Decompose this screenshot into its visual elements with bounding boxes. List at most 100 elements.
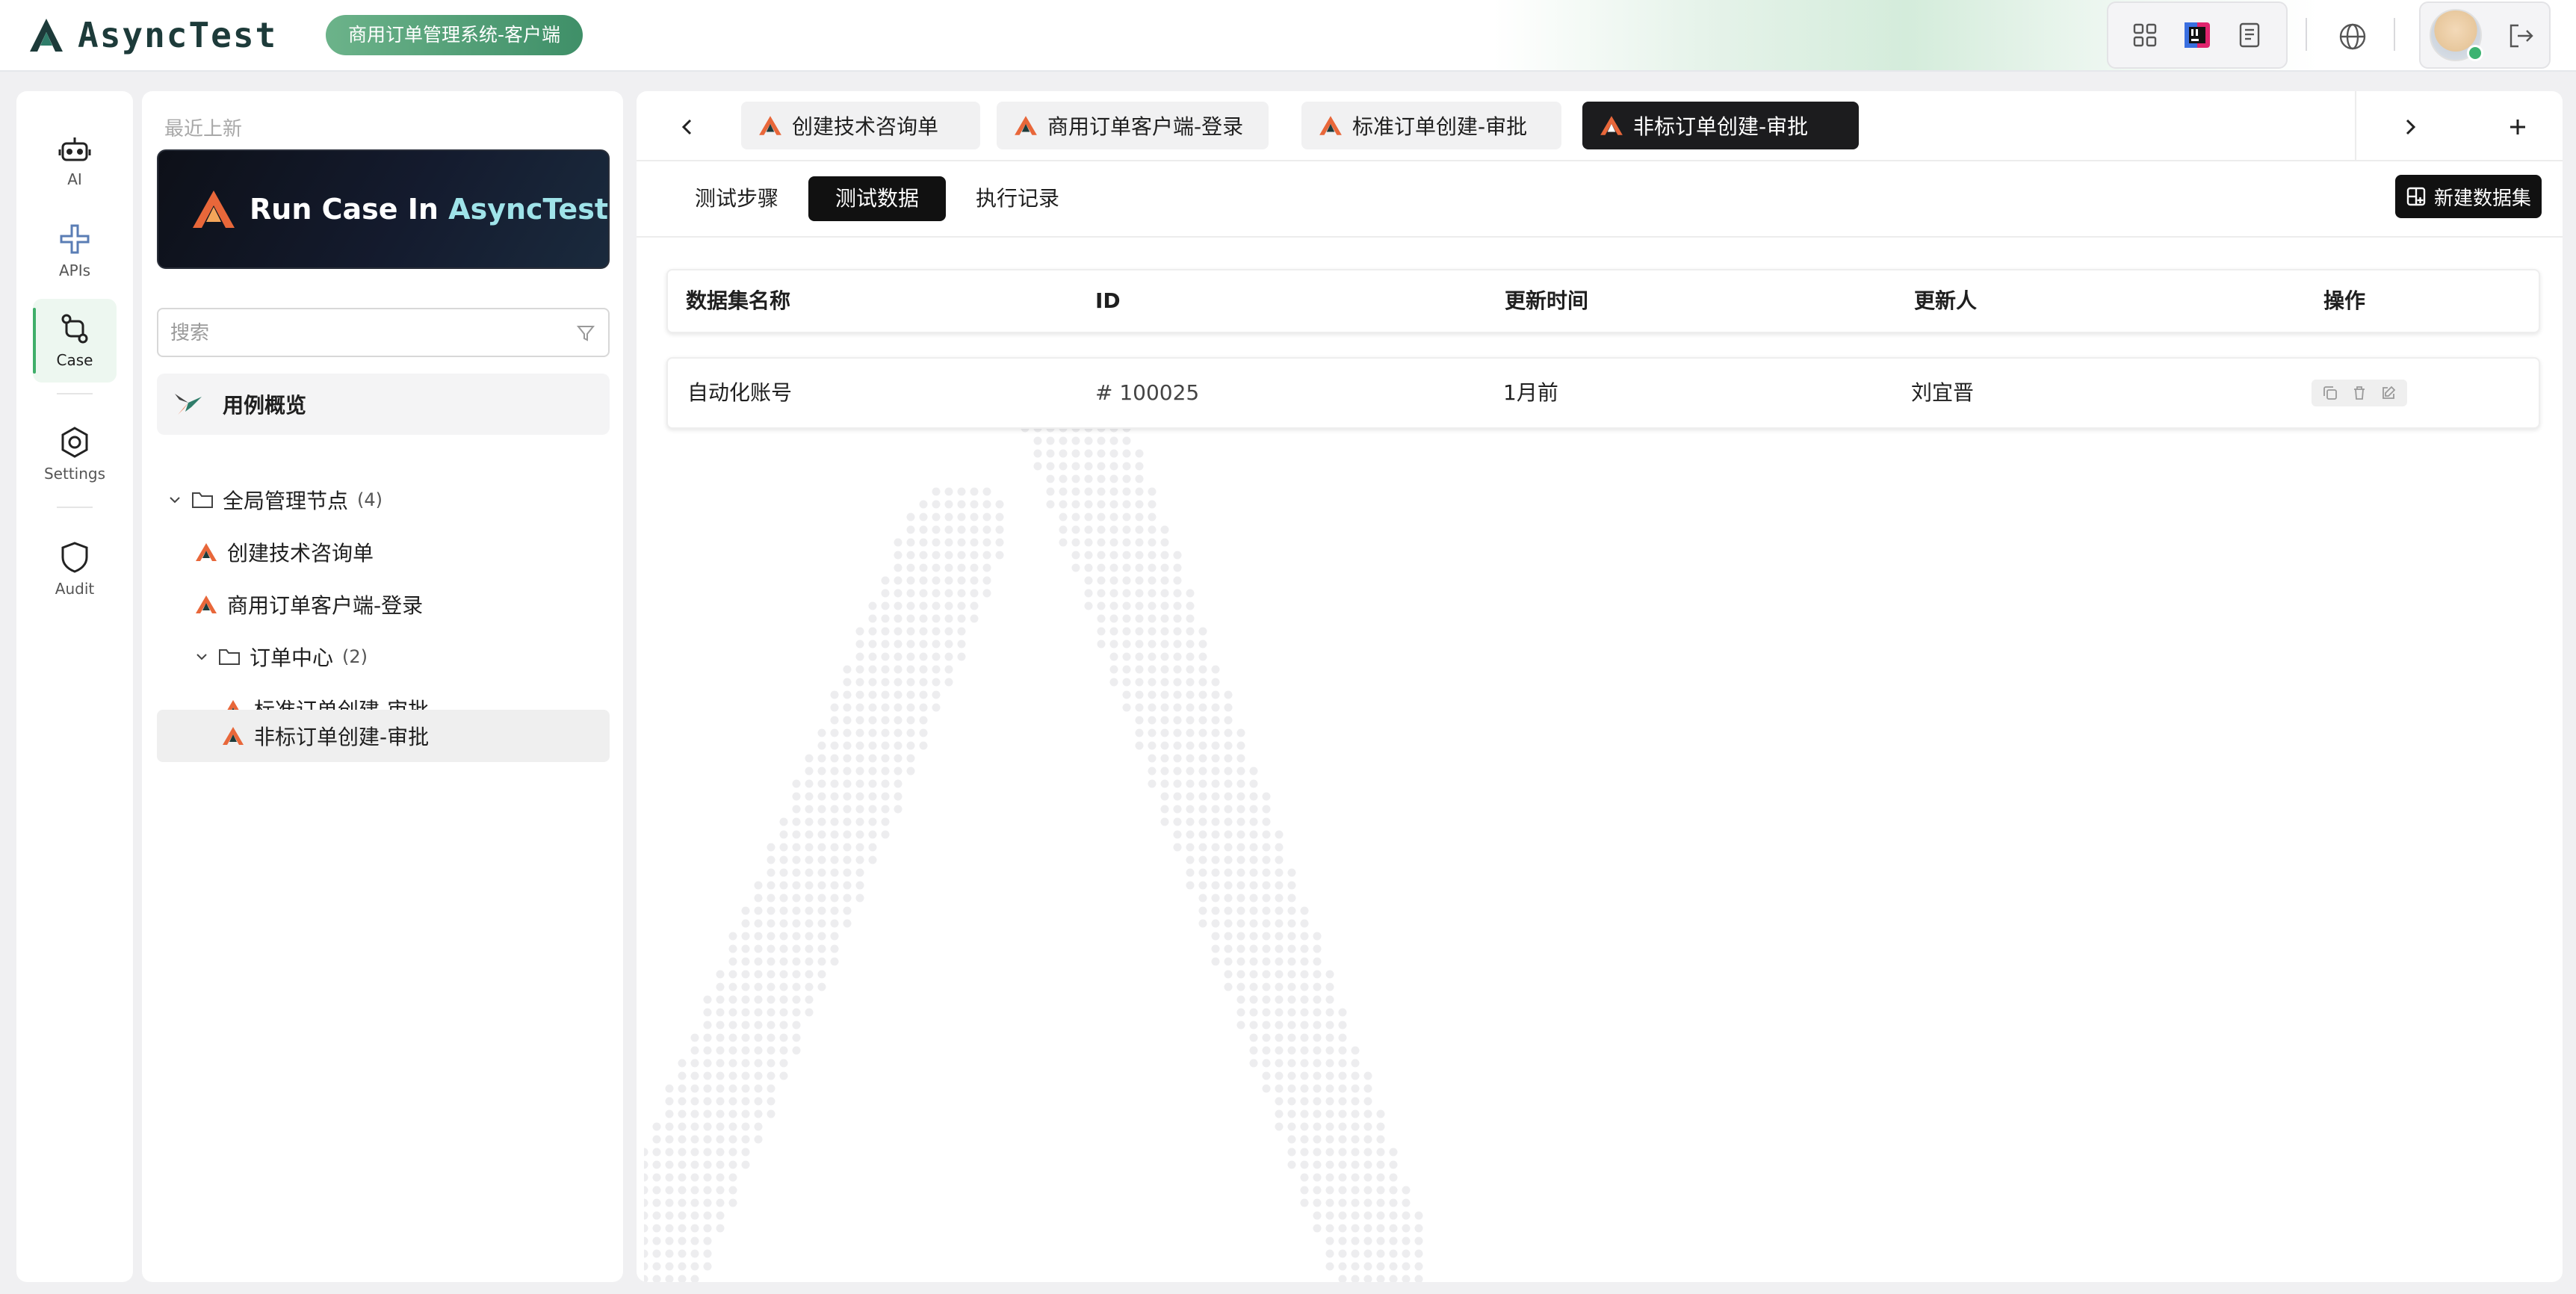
row-actions	[2312, 380, 2407, 406]
rail-label: Settings	[43, 465, 106, 483]
project-selector[interactable]: 商用订单管理系统-客户端	[326, 15, 583, 55]
case-overview[interactable]: 用例概览	[157, 374, 610, 435]
banner-accent: AsyncTest	[448, 193, 608, 226]
rail-separator	[57, 393, 93, 394]
updater: 刘宜晋	[1911, 380, 1975, 405]
tab-case[interactable]: 创建技术咨询单	[741, 102, 980, 149]
rail-item-audit[interactable]: Audit	[33, 527, 117, 611]
tree-label: 全局管理节点	[223, 489, 349, 513]
case-flow-icon	[61, 314, 88, 344]
copy-icon[interactable]	[2319, 382, 2341, 404]
globe-icon[interactable]	[2334, 18, 2371, 55]
dataset-name: 自动化账号	[687, 380, 793, 405]
tree-folder-global[interactable]: 全局管理节点 (4)	[167, 475, 383, 524]
header-divider	[2306, 18, 2307, 51]
subtab-test-steps[interactable]: 测试步骤	[668, 176, 805, 221]
rail-item-settings[interactable]: Settings	[33, 412, 117, 496]
search-input[interactable]	[170, 317, 559, 350]
subtab-exec-records[interactable]: 执行记录	[949, 176, 1086, 221]
new-dataset-button[interactable]: 新建数据集	[2395, 175, 2542, 218]
api-icon	[60, 224, 90, 254]
user-group	[2419, 1, 2551, 69]
filter-icon[interactable]	[574, 321, 598, 345]
tab-label: 标准订单创建-审批	[1352, 114, 1528, 139]
case-tabbar: 创建技术咨询单 商用订单客户端-登录 标准订单创建-审批 非标订单创建-审批	[637, 91, 2563, 161]
add-tab-icon[interactable]	[2500, 109, 2536, 145]
banner-prefix: Run Case In	[250, 193, 449, 226]
detail-subtabs: 测试步骤 测试数据 执行记录 新建数据集	[637, 163, 2563, 238]
recent-label: 最近上新	[164, 118, 243, 140]
tab-case-active[interactable]: 非标订单创建-审批	[1582, 102, 1859, 149]
intellij-icon[interactable]	[2181, 19, 2214, 52]
rail-label: APIs	[58, 261, 91, 279]
case-logo-icon	[1015, 116, 1037, 135]
chevron-left-icon[interactable]	[669, 109, 705, 145]
tab-case[interactable]: 商用订单客户端-登录	[997, 102, 1269, 149]
tree-case-item[interactable]: 创建技术咨询单	[194, 527, 374, 577]
tree-count: (2)	[342, 646, 368, 667]
tab-label: 非标订单创建-审批	[1633, 114, 1809, 139]
hummingbird-icon	[175, 394, 202, 415]
tree-folder-order-center[interactable]: 订单中心 (2)	[194, 632, 368, 681]
tab-case[interactable]: 标准订单创建-审批	[1301, 102, 1561, 149]
app-name: AsyncTest	[78, 15, 278, 55]
tab-label: 商用订单客户端-登录	[1047, 114, 1244, 139]
tree-label: 商用订单客户端-登录	[227, 593, 424, 618]
app-logo[interactable]: AsyncTest	[27, 15, 277, 55]
gear-icon	[61, 427, 88, 458]
subtab-test-data[interactable]: 测试数据	[808, 176, 947, 221]
rail-label: AI	[67, 170, 82, 188]
case-logo-icon	[196, 543, 217, 561]
new-dataset-label: 新建数据集	[2434, 187, 2532, 210]
case-logo-icon	[759, 116, 781, 135]
tree-label: 非标订单创建-审批	[254, 725, 430, 749]
tree-label: 订单中心	[250, 646, 334, 670]
case-tree-panel: 最近上新 Run Case In AsyncTest 用例概览 全局管理节点 (…	[142, 91, 623, 1282]
column-header: 数据集名称	[686, 288, 791, 313]
delete-icon[interactable]	[2348, 382, 2371, 404]
overview-label: 用例概览	[223, 393, 307, 418]
watermark-dots	[644, 390, 1423, 1282]
rail-label: Audit	[55, 580, 95, 598]
chevron-down-icon	[196, 654, 207, 660]
rail-label: Case	[56, 351, 93, 369]
dataset-id: # 100025	[1095, 380, 1200, 405]
rail-item-apis[interactable]: APIs	[33, 209, 117, 293]
online-status-dot	[2467, 45, 2483, 61]
chevron-right-icon[interactable]	[2392, 109, 2428, 145]
tree-case-item[interactable]: 商用订单客户端-登录	[194, 580, 423, 629]
run-case-banner[interactable]: Run Case In AsyncTest	[157, 149, 610, 269]
table-row[interactable]: 自动化账号 # 100025 1月前 刘宜晋	[666, 357, 2540, 429]
table-header: 数据集名称 ID 更新时间 更新人 操作	[666, 269, 2540, 333]
rail-active-indicator	[33, 308, 36, 374]
rail-item-ai[interactable]: AI	[33, 120, 117, 203]
asynctest-logo-icon	[30, 19, 63, 52]
tree-label: 创建技术咨询单	[227, 541, 374, 566]
column-header: 操作	[2323, 288, 2366, 313]
robot-icon	[58, 137, 91, 161]
column-header: 更新时间	[1505, 288, 1589, 313]
document-icon[interactable]	[2233, 19, 2266, 52]
edit-icon[interactable]	[2377, 382, 2400, 404]
top-header: AsyncTest 商用订单管理系统-客户端	[0, 0, 2576, 72]
case-logo-icon	[223, 727, 244, 745]
tab-label: 创建技术咨询单	[792, 114, 939, 139]
rail-item-case[interactable]: Case	[33, 299, 117, 383]
case-logo-icon	[1600, 116, 1623, 135]
add-grid-icon	[2406, 187, 2426, 206]
tree-case-item-selected[interactable]: 非标订单创建-审批	[157, 710, 610, 762]
main-panel: 创建技术咨询单 商用订单客户端-登录 标准订单创建-审批 非标订单创建-审批 测…	[637, 91, 2563, 1282]
banner-text: Run Case In AsyncTest	[250, 193, 608, 226]
folder-icon	[192, 492, 213, 508]
apps-grid-icon[interactable]	[2128, 19, 2161, 52]
folder-icon	[219, 649, 240, 665]
logout-icon[interactable]	[2503, 18, 2539, 54]
column-header: 更新人	[1914, 288, 1978, 313]
shield-icon	[61, 542, 88, 573]
column-header: ID	[1095, 288, 1121, 313]
asynctest-logo-icon	[193, 191, 235, 228]
case-logo-icon	[1319, 116, 1342, 135]
chevron-down-icon	[170, 497, 180, 504]
tool-group	[2107, 1, 2288, 69]
updated-time: 1月前	[1503, 380, 1558, 405]
